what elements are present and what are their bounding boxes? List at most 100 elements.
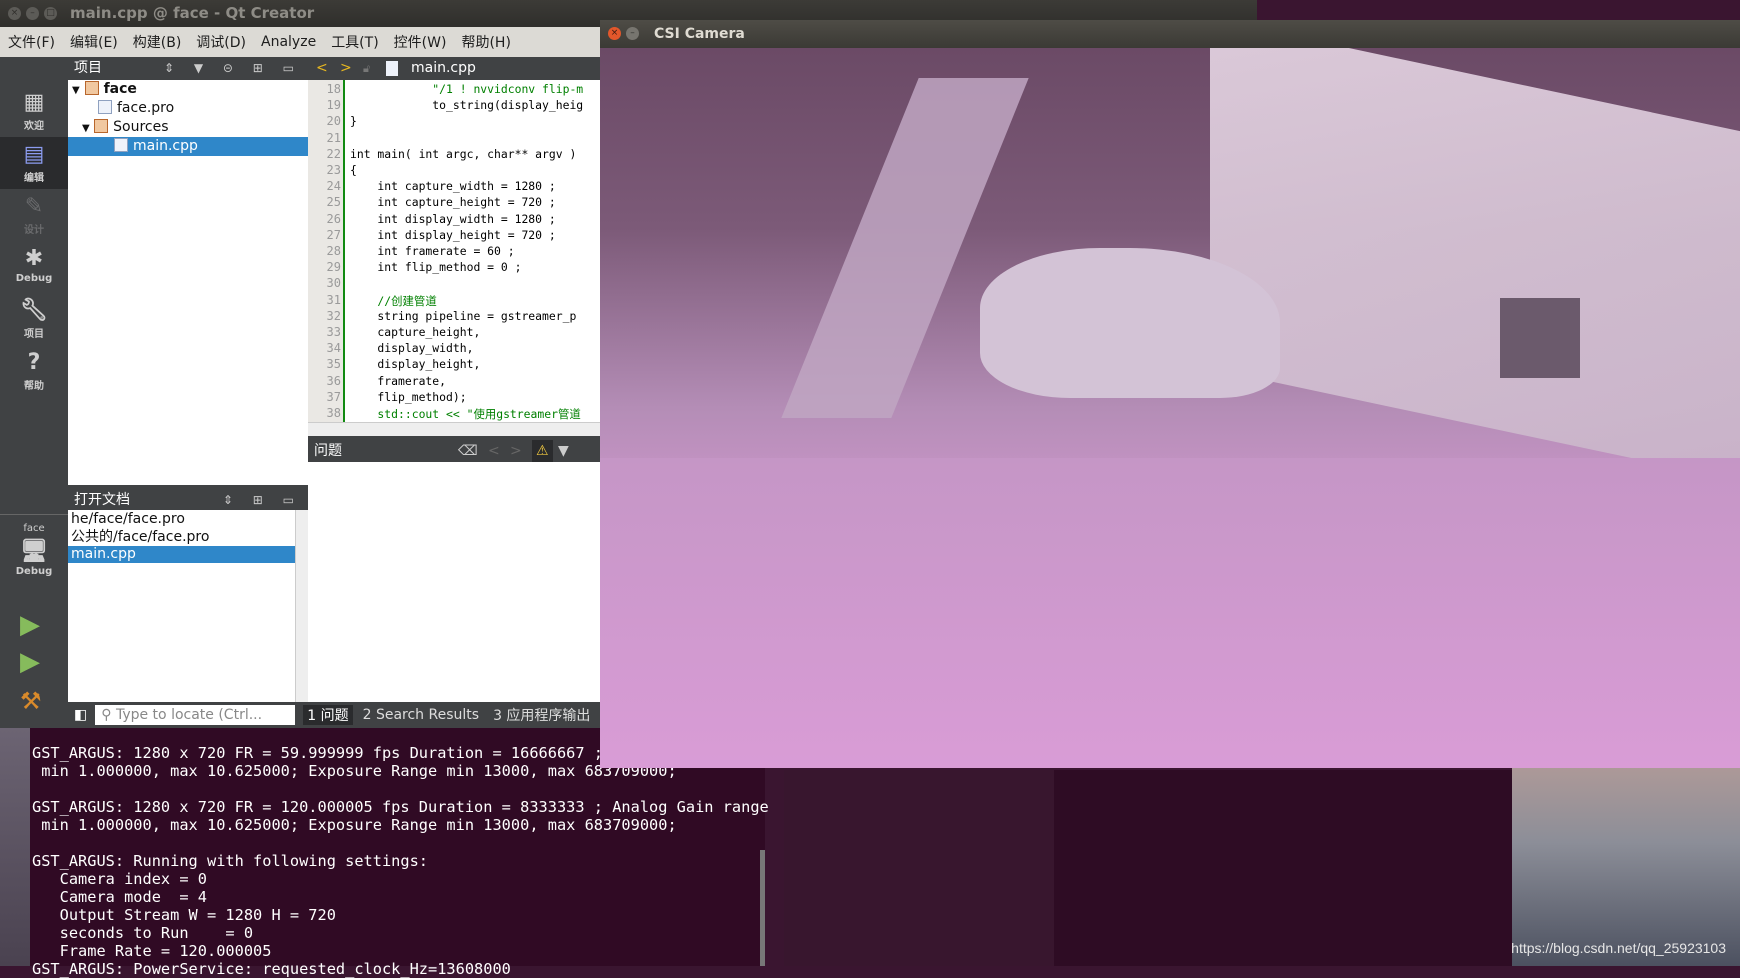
code-line: } — [350, 114, 357, 129]
line-number: 24 — [326, 179, 341, 194]
close-icon[interactable]: × — [8, 7, 21, 20]
open-doc-item[interactable]: he/face/face.pro — [68, 510, 295, 529]
mode-help[interactable]: ? 帮助 — [0, 345, 68, 397]
minimize-icon[interactable]: – — [626, 27, 639, 40]
desktop-strip — [0, 728, 30, 966]
terminal-output: GST_ARGUS: 1280 x 720 FR = 59.999999 fps… — [32, 744, 769, 978]
watermark: https://blog.csdn.net/qq_25923103 — [1511, 940, 1726, 956]
line-number: 31 — [326, 292, 341, 307]
menu-file[interactable]: 文件(F) — [8, 32, 55, 52]
desktop-wallpaper — [1512, 760, 1740, 966]
line-number: 34 — [326, 341, 341, 356]
output-tab-issues[interactable]: 1 问题 — [303, 705, 353, 725]
menu-debug[interactable]: 调试(D) — [196, 32, 246, 52]
paper-sheet — [1210, 48, 1740, 488]
line-number: 18 — [326, 82, 341, 96]
code-line: std::cout << "使用gstreamer管道 — [350, 407, 581, 421]
edit-doc-icon: ▤ — [23, 142, 45, 167]
line-number: 25 — [326, 195, 341, 210]
filter-icon[interactable]: ▼ — [558, 440, 569, 462]
tree-item-face-pro[interactable]: face.pro — [68, 99, 308, 118]
menu-edit[interactable]: 编辑(E) — [70, 32, 118, 52]
mode-welcome[interactable]: ▦ 欢迎 — [0, 85, 68, 137]
prev-icon[interactable]: < — [488, 440, 500, 462]
open-doc-item[interactable]: 公共的/face/face.pro — [68, 528, 295, 547]
grid-icon: ▦ — [23, 90, 45, 115]
next-icon[interactable]: > — [510, 440, 522, 462]
line-number: 29 — [326, 260, 341, 275]
table-surface — [600, 458, 1740, 768]
pane-toolbar-icons[interactable]: ⇕ ⊞ ▭ — [223, 490, 302, 510]
code-line: framerate, — [350, 373, 447, 388]
line-number: 19 — [326, 98, 341, 113]
open-documents-header: 打开文档 ⇕ ⊞ ▭ — [68, 490, 308, 510]
menu-widgets[interactable]: 控件(W) — [394, 32, 447, 52]
issues-list — [308, 462, 608, 702]
line-number: 36 — [326, 373, 341, 388]
monitor-icon: 🖥︎ — [20, 539, 48, 564]
open-doc-item[interactable]: main.cpp — [68, 546, 295, 563]
code-line: int capture_width = 1280 ; — [350, 179, 556, 194]
qt-project-icon — [84, 81, 99, 95]
camera-video-frame — [600, 48, 1740, 768]
back-icon[interactable]: < — [316, 57, 328, 80]
line-number: 20 — [326, 114, 341, 129]
tree-item-face[interactable]: ▼ face — [68, 80, 308, 99]
mode-debug[interactable]: ✱ Debug — [0, 241, 68, 293]
line-number: 23 — [326, 163, 341, 177]
horizontal-scrollbar[interactable] — [308, 422, 608, 436]
locate-input[interactable]: ⚲ Type to locate (Ctrl... — [95, 705, 296, 725]
minimize-icon[interactable]: – — [26, 7, 39, 20]
terminal-scrollbar[interactable] — [760, 850, 765, 966]
project-tree: ▼ face face.pro ▼ Sources main.cpp — [68, 80, 308, 485]
line-number: 38 — [326, 406, 341, 420]
run-button[interactable]: ▶ — [20, 610, 40, 640]
csi-camera-window: CSI Camera × – — [600, 20, 1740, 768]
code-line: int display_height = 720 ; — [350, 227, 556, 242]
clear-icon[interactable]: ⌫ — [458, 440, 478, 462]
build-hammer-button[interactable]: ⚒ — [20, 687, 42, 715]
status-bar: ◧ ⚲ Type to locate (Ctrl... 1 问题 2 Searc… — [68, 702, 608, 728]
bug-icon: ✱ — [24, 246, 44, 271]
output-tab-search[interactable]: 2 Search Results — [363, 707, 479, 723]
code-line: string pipeline = gstreamer_p — [350, 308, 577, 323]
menu-build[interactable]: 构建(B) — [133, 32, 182, 52]
code-line: int main( int argc, char** argv ) — [350, 146, 577, 161]
menu-analyze[interactable]: Analyze — [261, 34, 316, 50]
menu-tools[interactable]: 工具(T) — [331, 32, 378, 52]
code-line: display_height, — [350, 357, 481, 372]
mode-edit[interactable]: ▤ 编辑 — [0, 137, 68, 189]
scrollbar[interactable] — [295, 510, 308, 702]
code-line: { — [350, 163, 357, 177]
cpp-file-icon — [386, 61, 398, 76]
toggle-sidebar-icon[interactable]: ◧ — [74, 707, 87, 723]
output-tab-app-output[interactable]: 3 应用程序输出 — [493, 705, 590, 725]
line-number: 32 — [326, 308, 341, 323]
cpp-file-icon — [114, 138, 128, 152]
mode-projects[interactable]: 🔧︎ 项目 — [0, 293, 68, 345]
mode-design[interactable]: ✎ 设计 — [0, 189, 68, 241]
debug-run-button[interactable]: ▶ — [20, 647, 40, 677]
tree-item-main-cpp[interactable]: main.cpp — [68, 137, 308, 156]
forward-icon[interactable]: > — [340, 57, 352, 80]
qr-code — [1500, 298, 1580, 378]
maximize-icon[interactable]: □ — [44, 7, 57, 20]
issues-pane-header: 问题 ⌫ < > ⚠ ▼ — [308, 440, 608, 462]
kit-selector[interactable]: face 🖥︎ Debug — [0, 521, 68, 591]
pane-toolbar-icons[interactable]: ⇕ ▼ ⊝ ⊞ ▭ — [164, 57, 302, 80]
code-editor[interactable]: "/1 ! nvvidconv flip-m to_string(display… — [345, 80, 600, 422]
editor-toolbar: < > 🔓︎ main.cpp — [308, 57, 608, 80]
editor-file-name[interactable]: main.cpp — [411, 57, 476, 80]
mode-bar: ▦ 欢迎 ▤ 编辑 ✎ 设计 ✱ Debug 🔧︎ 项目 ? 帮助 face 🖥︎ Debu… — [0, 57, 68, 728]
close-icon[interactable]: × — [608, 27, 621, 40]
code-line: display_width, — [350, 341, 474, 356]
warning-filter-icon[interactable]: ⚠ — [532, 440, 553, 462]
open-documents-list: he/face/face.pro 公共的/face/face.pro main.… — [68, 510, 308, 702]
wrench-icon: 🔧︎ — [20, 298, 48, 323]
code-line: int capture_height = 720 ; — [350, 195, 556, 210]
line-number-gutter: 18 19 20 21 22 23 24 25 26 27 28 29 30 31 32 33 34 35 36 37… — [308, 80, 345, 422]
line-number: 35 — [326, 357, 341, 372]
menu-help[interactable]: 帮助(H) — [461, 32, 510, 52]
tree-item-sources[interactable]: ▼ Sources — [68, 118, 308, 137]
code-line: int display_width = 1280 ; — [350, 211, 556, 226]
